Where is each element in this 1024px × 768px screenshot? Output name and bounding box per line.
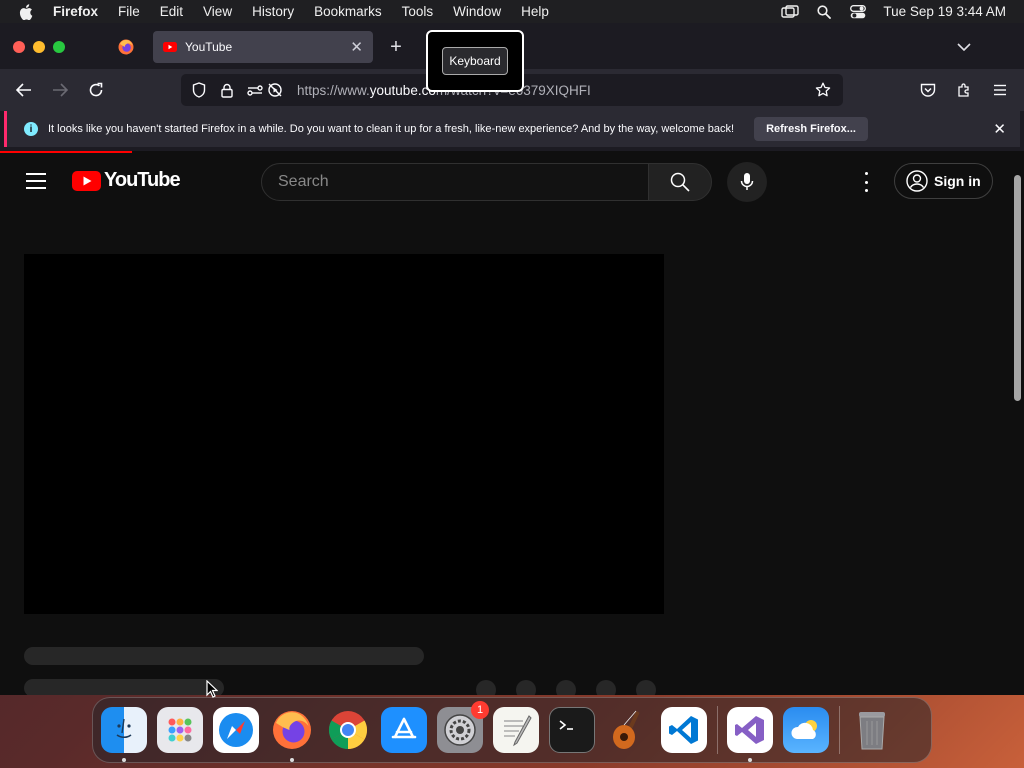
safari-icon[interactable] <box>213 707 259 753</box>
reload-icon <box>89 82 103 97</box>
app-store-icon[interactable] <box>381 707 427 753</box>
microphone-icon <box>740 173 754 190</box>
textedit-icon[interactable] <box>493 707 539 753</box>
youtube-logo-text: YouTube <box>104 169 181 191</box>
youtube-logo[interactable]: YouTube <box>72 169 181 192</box>
forward-arrow-icon <box>53 83 68 97</box>
menu-bookmarks[interactable]: Bookmarks <box>304 4 392 19</box>
info-icon: i <box>24 122 38 136</box>
bookmark-star-icon[interactable] <box>809 82 837 98</box>
system-settings-icon[interactable]: 1 <box>437 701 489 753</box>
zoom-window-button[interactable] <box>53 41 65 53</box>
dock: 1 <box>92 697 932 763</box>
mouse-cursor-icon <box>206 680 218 698</box>
autoplay-blocked-icon[interactable] <box>261 82 289 98</box>
pocket-icon <box>920 83 936 97</box>
forward-button[interactable] <box>47 78 73 102</box>
search-icon <box>670 172 690 192</box>
url-prefix: https://www. <box>297 82 370 98</box>
action-placeholder <box>596 680 616 695</box>
trash-icon[interactable] <box>849 707 895 753</box>
finder-icon[interactable] <box>101 707 147 762</box>
guide-menu-icon[interactable] <box>26 173 46 189</box>
spotlight-search-icon[interactable] <box>807 4 841 19</box>
title-placeholder <box>24 647 424 665</box>
new-tab-button[interactable]: + <box>384 35 408 59</box>
menu-window[interactable]: Window <box>443 4 511 19</box>
tracking-protection-shield-icon[interactable] <box>185 82 213 98</box>
terminal-icon[interactable] <box>549 707 595 753</box>
menu-app-name[interactable]: Firefox <box>52 4 108 19</box>
lock-icon[interactable] <box>213 83 241 98</box>
chrome-icon[interactable] <box>325 707 371 753</box>
menu-help[interactable]: Help <box>511 4 559 19</box>
vscode-icon[interactable] <box>661 707 707 753</box>
youtube-favicon-icon <box>163 42 177 52</box>
launchpad-icon[interactable] <box>157 707 203 753</box>
firefox-icon <box>118 39 134 55</box>
window-controls <box>13 41 65 53</box>
action-placeholder <box>556 680 576 695</box>
search-button[interactable] <box>648 163 712 201</box>
hamburger-menu-icon <box>994 84 1006 96</box>
action-placeholder <box>476 680 496 695</box>
tab-title: YouTube <box>185 40 233 54</box>
screen-mirroring-icon[interactable] <box>773 4 807 19</box>
action-placeholder <box>516 680 536 695</box>
menubar-clock[interactable]: Tue Sep 19 3:44 AM <box>875 4 1006 19</box>
tab-youtube[interactable]: YouTube ✕ <box>153 31 373 63</box>
pocket-button[interactable] <box>915 78 941 102</box>
list-all-tabs-chevron-down-icon[interactable] <box>952 37 976 57</box>
dock-separator <box>839 706 840 754</box>
action-placeholders <box>476 680 656 695</box>
vertical-scrollbar[interactable] <box>1014 175 1021 401</box>
action-placeholder <box>636 680 656 695</box>
tooltip-text: Keyboard <box>442 47 508 75</box>
close-window-button[interactable] <box>13 41 25 53</box>
app-menu-button[interactable] <box>987 78 1013 102</box>
voice-search-button[interactable] <box>727 162 767 202</box>
firefox-dock-icon[interactable] <box>269 707 315 762</box>
menu-history[interactable]: History <box>242 4 304 19</box>
settings-kebab-icon[interactable] <box>856 172 876 192</box>
account-icon <box>906 170 928 192</box>
visual-studio-icon[interactable] <box>727 707 773 762</box>
youtube-header: YouTube Search Sign in <box>0 153 1010 205</box>
dock-separator <box>717 706 718 754</box>
back-arrow-icon <box>16 83 31 97</box>
minimize-window-button[interactable] <box>33 41 45 53</box>
refresh-notification-bar: i It looks like you haven't started Fire… <box>4 111 1020 147</box>
web-content: YouTube Search Sign in <box>0 151 1024 695</box>
keyboard-tooltip: Keyboard <box>426 30 524 92</box>
menu-view[interactable]: View <box>193 4 242 19</box>
refresh-firefox-button[interactable]: Refresh Firefox... <box>754 117 868 141</box>
control-center-icon[interactable] <box>841 4 875 19</box>
menu-edit[interactable]: Edit <box>150 4 193 19</box>
search-input[interactable]: Search <box>261 163 649 201</box>
menu-bar: Firefox File Edit View History Bookmarks… <box>0 0 1024 23</box>
notification-message: It looks like you haven't started Firefo… <box>48 123 735 135</box>
menu-file[interactable]: File <box>108 4 150 19</box>
browser-window: YouTube ✕ + Keyboard https://www.youtube… <box>0 23 1024 695</box>
back-button[interactable] <box>11 78 37 102</box>
apple-menu-icon[interactable] <box>0 3 52 20</box>
close-tab-icon[interactable]: ✕ <box>350 38 363 56</box>
extensions-button[interactable] <box>951 78 977 102</box>
sign-in-button[interactable]: Sign in <box>894 163 993 199</box>
youtube-play-icon <box>72 170 101 191</box>
reload-button[interactable] <box>83 78 109 102</box>
menu-tools[interactable]: Tools <box>392 4 444 19</box>
video-player[interactable] <box>24 254 664 614</box>
weather-icon[interactable] <box>783 707 829 753</box>
channel-placeholder <box>24 679 224 695</box>
garageband-icon[interactable] <box>605 707 651 753</box>
pinned-firefox-tab[interactable] <box>104 31 148 63</box>
close-notification-icon[interactable]: ✕ <box>993 120 1006 138</box>
sign-in-label: Sign in <box>934 173 981 189</box>
puzzle-piece-icon <box>958 83 969 97</box>
search-placeholder: Search <box>278 173 329 190</box>
notification-badge: 1 <box>471 701 489 719</box>
